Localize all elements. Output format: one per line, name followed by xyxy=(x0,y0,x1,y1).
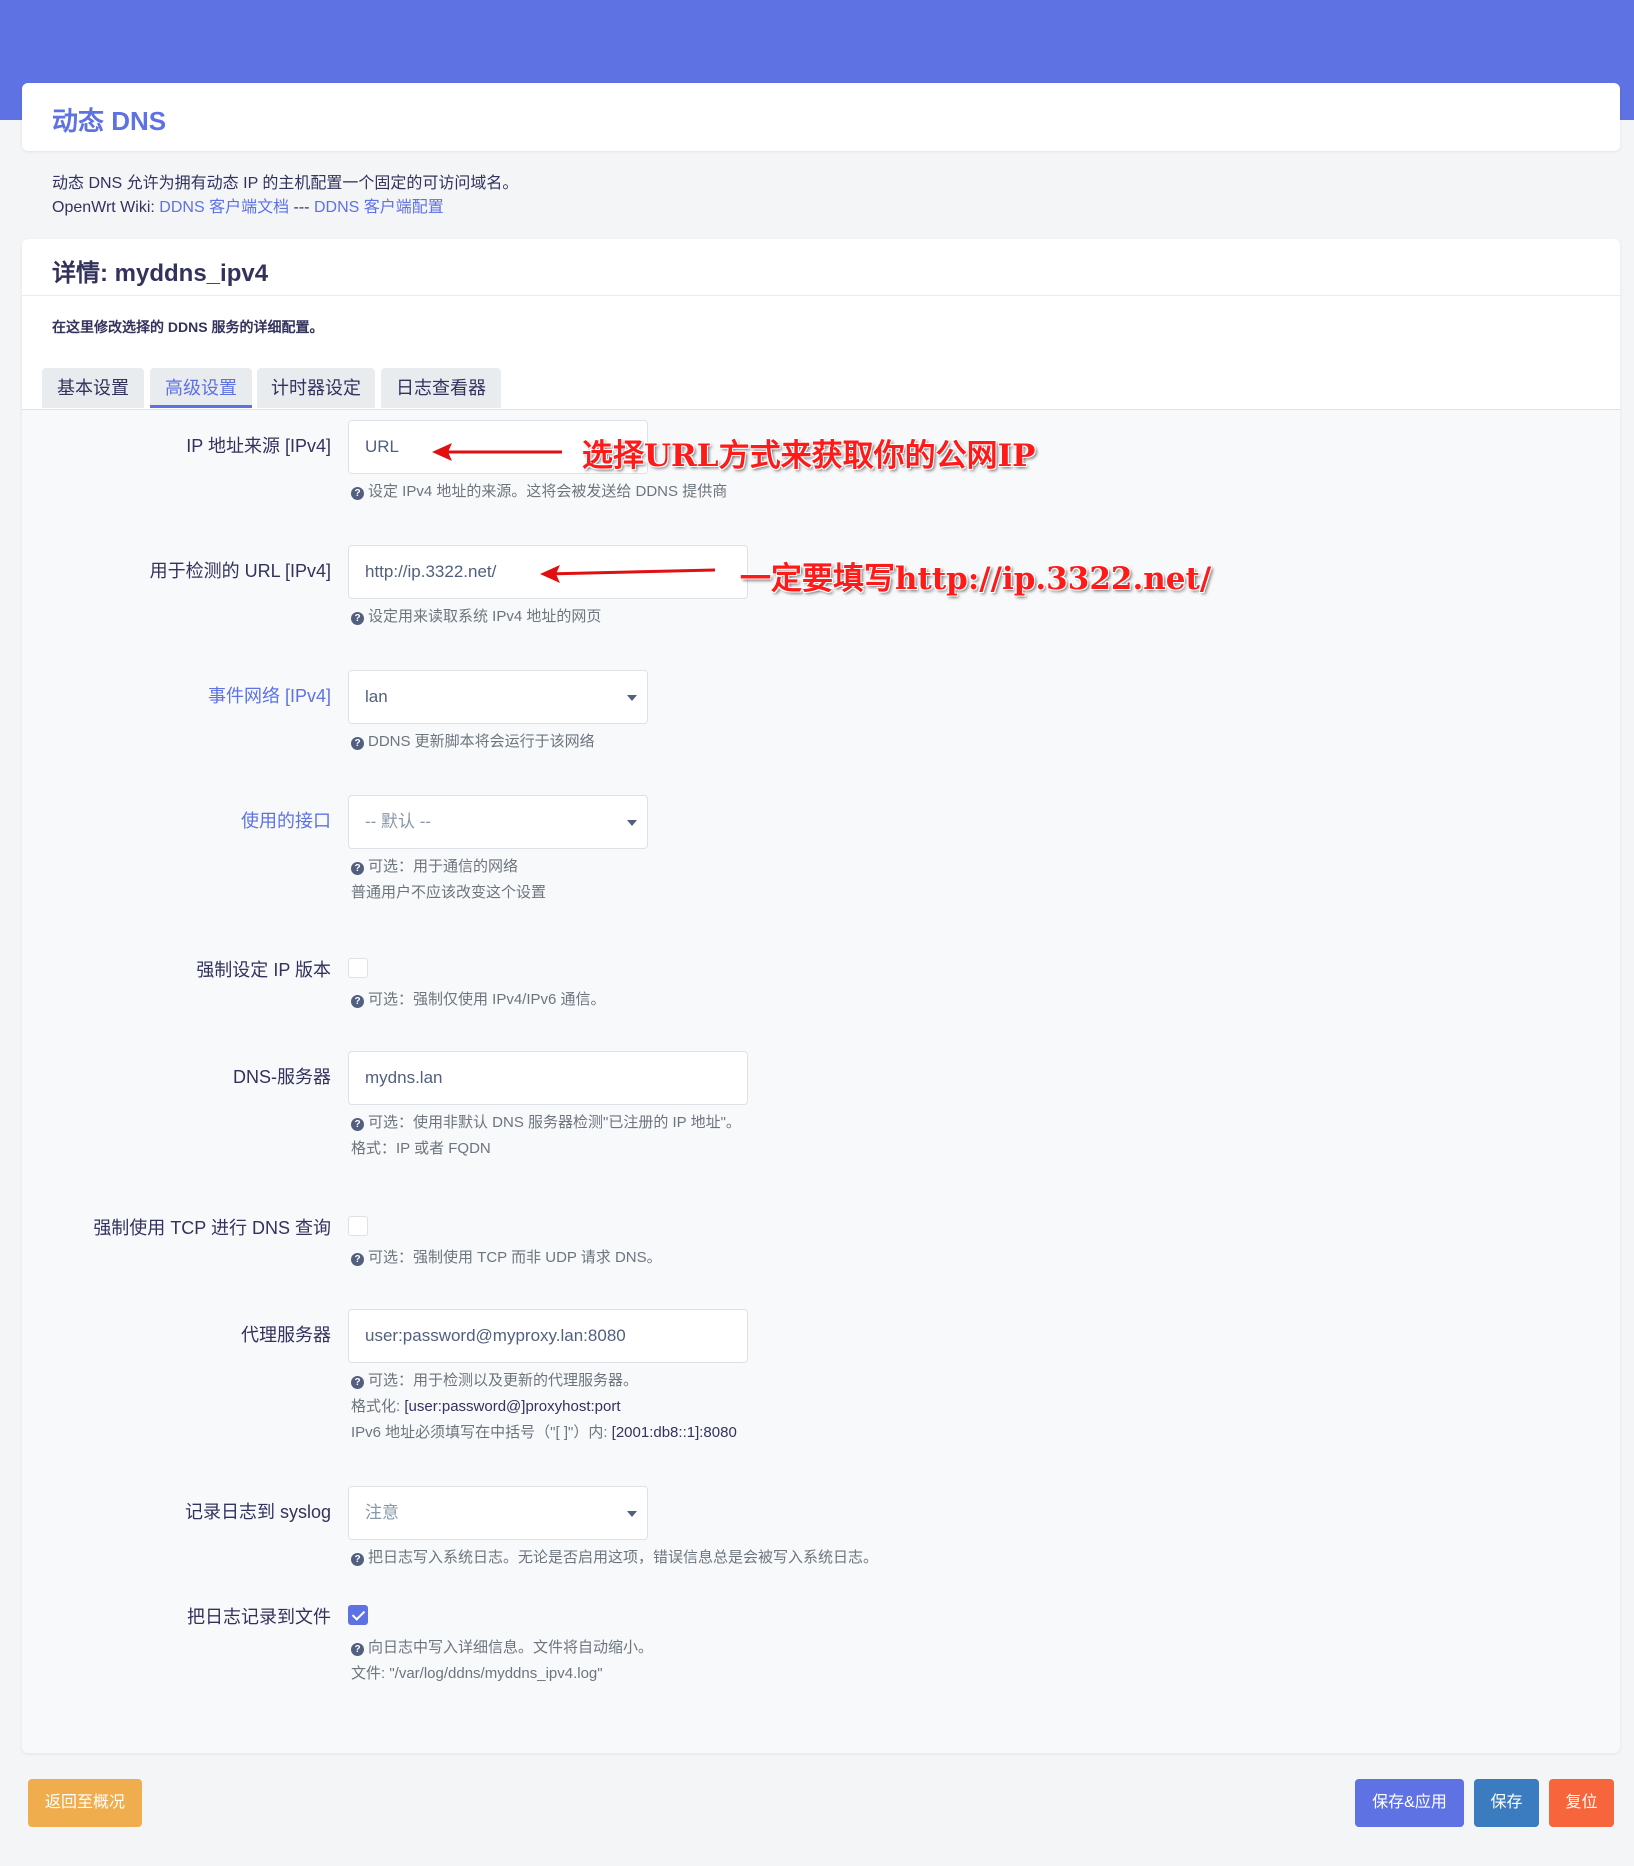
proxy-ipv6-prefix: IPv6 地址必须填写在中括号（"[ ]"）内: xyxy=(351,1424,612,1441)
event-network-label: 事件网络 [IPv4] xyxy=(207,686,331,706)
divider xyxy=(22,295,1620,296)
syslog-select[interactable]: 注意 xyxy=(348,1486,648,1540)
annotation-url-method: 选择URL方式来获取你的公网IP xyxy=(582,438,1036,474)
tab-timer[interactable]: 计时器设定 xyxy=(257,368,375,408)
help-icon: ? xyxy=(351,1253,364,1266)
event-network-value: lan xyxy=(365,687,388,706)
force-ip-version-help: ? 可选：强制仅使用 IPv4/IPv6 通信。 xyxy=(351,987,606,1013)
dns-server-help: ? 可选：使用非默认 DNS 服务器检测"已注册的 IP 地址"。格式：IP 或者… xyxy=(351,1110,741,1162)
help-icon: ? xyxy=(351,737,364,750)
settings-panel: IP 地址来源 [IPv4] URL ? 设定 IPv4 地址的来源。这将会被发送… xyxy=(22,410,1620,1753)
log-file-help: ? 向日志中写入详细信息。文件将自动缩小。文件: "/var/log/ddns/m… xyxy=(351,1635,653,1687)
force-tcp-label: 强制使用 TCP 进行 DNS 查询 xyxy=(93,1218,331,1238)
proxy-help: ? 可选：用于检测以及更新的代理服务器。格式化: [user:password@]… xyxy=(351,1368,737,1446)
interface-help-text-2: 普通用户不应该改变这个设置 xyxy=(351,884,547,901)
force-ip-version-label: 强制设定 IP 版本 xyxy=(196,960,331,980)
page-title: 动态 DNS xyxy=(52,106,167,136)
proxy-input[interactable]: user:password@myproxy.lan:8080 xyxy=(348,1309,748,1363)
help-icon: ? xyxy=(351,1376,364,1389)
wiki-separator: --- xyxy=(289,199,314,216)
syslog-help: ? 把日志写入系统日志。无论是否启用这项，错误信息总是会被写入系统日志。 xyxy=(351,1545,878,1571)
dns-server-input[interactable]: mydns.lan xyxy=(348,1051,748,1105)
force-tcp-help: ? 可选：强制使用 TCP 而非 UDP 请求 DNS。 xyxy=(351,1245,662,1271)
proxy-label: 代理服务器 xyxy=(241,1325,331,1345)
event-network-help: ? DDNS 更新脚本将会运行于该网络 xyxy=(351,729,595,755)
dns-server-help-text-2: 格式：IP 或者 FQDN xyxy=(351,1140,491,1157)
syslog-label: 记录日志到 syslog xyxy=(184,1502,331,1522)
save-button[interactable]: 保存 xyxy=(1474,1779,1539,1827)
proxy-format-prefix: 格式化: xyxy=(351,1398,405,1415)
help-icon: ? xyxy=(351,862,364,875)
tab-log-viewer[interactable]: 日志查看器 xyxy=(381,368,501,408)
log-file-help-text: 向日志中写入详细信息。文件将自动缩小。 xyxy=(368,1639,654,1656)
caret-down-icon xyxy=(627,820,637,826)
intro-description: 动态 DNS 允许为拥有动态 IP 的主机配置一个固定的可访问域名。 OpenW… xyxy=(52,172,518,220)
intro-line: 动态 DNS 允许为拥有动态 IP 的主机配置一个固定的可访问域名。 xyxy=(52,175,519,192)
event-network-help-text: DDNS 更新脚本将会运行于该网络 xyxy=(368,733,595,750)
reset-button[interactable]: 复位 xyxy=(1549,1779,1614,1827)
help-icon: ? xyxy=(351,1553,364,1566)
ip-source-label: IP 地址来源 [IPv4] xyxy=(186,436,331,456)
force-tcp-checkbox[interactable] xyxy=(348,1216,368,1236)
interface-help: ? 可选：用于通信的网络普通用户不应该改变这个设置 xyxy=(351,854,546,906)
interface-select[interactable]: -- 默认 -- xyxy=(348,795,648,849)
arrow-line-2 xyxy=(545,568,716,576)
help-icon: ? xyxy=(351,1118,364,1131)
force-ip-version-checkbox[interactable] xyxy=(348,958,368,978)
check-url-label: 用于检测的 URL [IPv4] xyxy=(149,561,331,581)
help-icon: ? xyxy=(351,612,364,625)
help-icon: ? xyxy=(351,1643,364,1656)
interface-label: 使用的接口 xyxy=(241,811,331,831)
force-ip-version-help-text: 可选：强制仅使用 IPv4/IPv6 通信。 xyxy=(368,991,606,1008)
wiki-link-config[interactable]: DDNS 客户端配置 xyxy=(314,199,444,216)
annotation-fill-url: 一定要填写http://ip.3322.net/ xyxy=(740,561,1212,597)
proxy-ipv6-value: [2001:db8::1]:8080 xyxy=(611,1424,737,1441)
dns-server-label: DNS-服务器 xyxy=(233,1067,331,1087)
event-network-select[interactable]: lan xyxy=(348,670,648,724)
tab-basic[interactable]: 基本设置 xyxy=(42,368,144,408)
caret-down-icon xyxy=(627,695,637,701)
interface-value: -- 默认 -- xyxy=(365,812,432,831)
force-tcp-help-text: 可选：强制使用 TCP 而非 UDP 请求 DNS。 xyxy=(368,1249,662,1266)
dns-server-help-text: 可选：使用非默认 DNS 服务器检测"已注册的 IP 地址"。 xyxy=(368,1114,741,1131)
tab-advanced[interactable]: 高级设置 xyxy=(150,368,252,408)
syslog-value: 注意 xyxy=(365,1503,399,1522)
help-icon: ? xyxy=(351,995,364,1008)
interface-help-text: 可选：用于通信的网络 xyxy=(368,858,519,875)
log-file-path: 文件: "/var/log/ddns/myddns_ipv4.log" xyxy=(351,1665,603,1682)
annotation-arrow-2 xyxy=(540,565,716,583)
help-icon: ? xyxy=(351,487,364,500)
check-url-help-text: 设定用来读取系统 IPv4 地址的网页 xyxy=(368,608,602,625)
check-url-help: ? 设定用来读取系统 IPv4 地址的网页 xyxy=(351,604,601,630)
back-to-overview-button[interactable]: 返回至概况 xyxy=(28,1779,142,1827)
caret-down-icon xyxy=(627,1511,637,1517)
log-file-checkbox[interactable] xyxy=(348,1605,368,1625)
proxy-help-text: 可选：用于检测以及更新的代理服务器。 xyxy=(368,1372,639,1389)
details-title: 详情: myddns_ipv4 xyxy=(52,260,269,287)
proxy-format-value: [user:password@]proxyhost:port xyxy=(404,1398,621,1415)
log-file-label: 把日志记录到文件 xyxy=(187,1607,331,1627)
details-description: 在这里修改选择的 DDNS 服务的详细配置。 xyxy=(52,319,324,335)
syslog-help-text: 把日志写入系统日志。无论是否启用这项，错误信息总是会被写入系统日志。 xyxy=(368,1549,879,1566)
wiki-prefix: OpenWrt Wiki: xyxy=(52,199,160,216)
wiki-link-docs[interactable]: DDNS 客户端文档 xyxy=(159,199,289,216)
wiki-links: OpenWrt Wiki: DDNS 客户端文档 --- DDNS 客户端配置 xyxy=(52,196,518,220)
title-card: 动态 DNS xyxy=(22,83,1620,151)
save-apply-button[interactable]: 保存&应用 xyxy=(1355,1779,1464,1827)
